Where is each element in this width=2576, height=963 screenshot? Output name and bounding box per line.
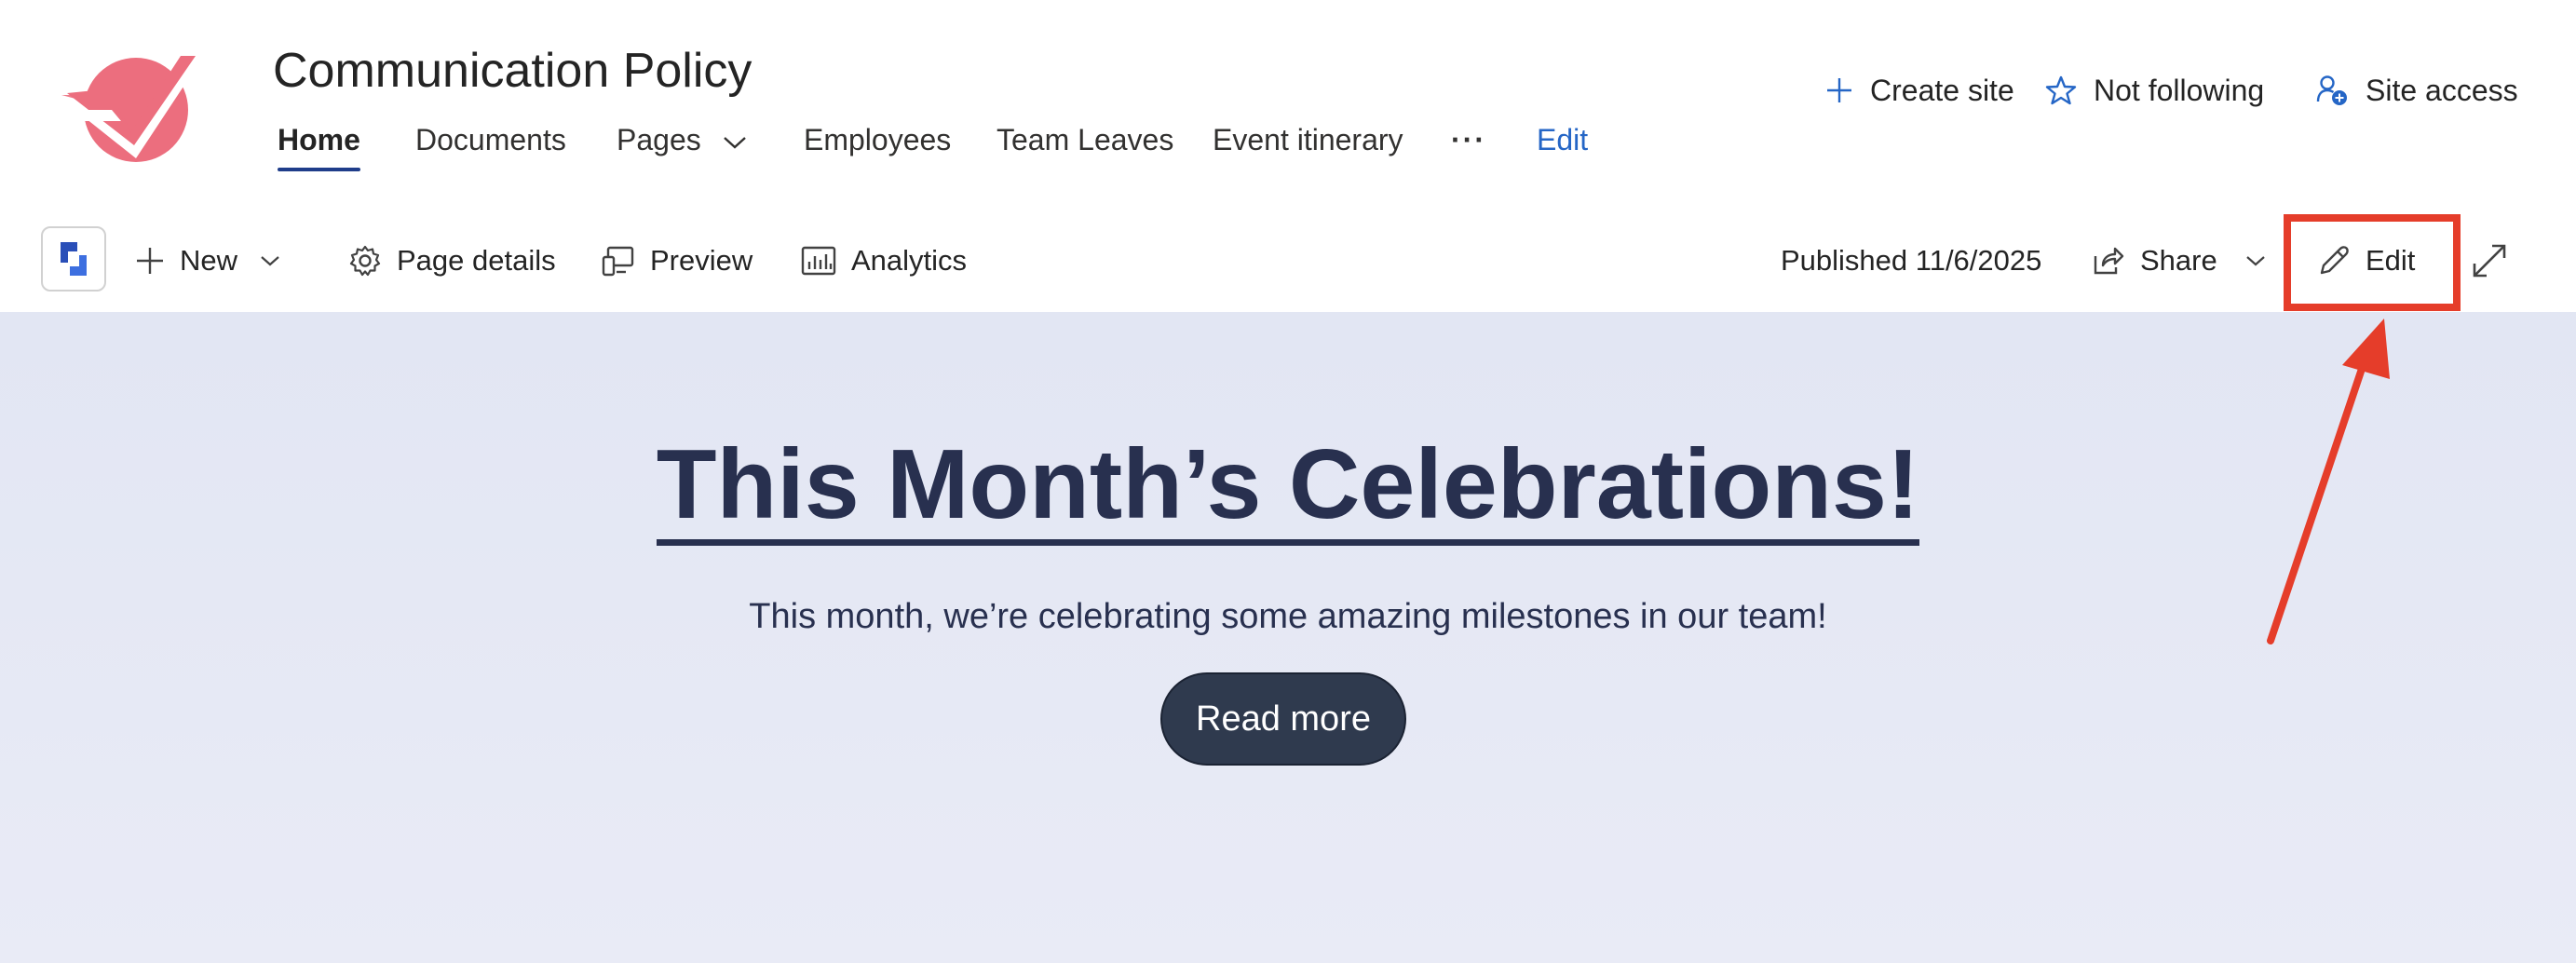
- edit-label: Edit: [2366, 244, 2416, 277]
- site-header: Communication Policy Home Documents Page…: [0, 0, 2576, 210]
- analytics-label: Analytics: [851, 244, 968, 277]
- site-access-button[interactable]: Site access: [2315, 67, 2518, 114]
- pencil-icon: [2320, 246, 2349, 275]
- nav-event-itinerary[interactable]: Event itinerary: [1213, 119, 1403, 171]
- share-icon: [2094, 247, 2124, 275]
- page-command-bar: New Page details Preview Analytics Publi…: [0, 210, 2576, 312]
- site-title[interactable]: Communication Policy: [273, 43, 752, 99]
- chevron-down-icon: [261, 256, 279, 266]
- chevron-down-icon: [2246, 256, 2265, 266]
- devices-icon: [602, 246, 634, 277]
- people-settings-icon: [2316, 75, 2347, 105]
- preview-button[interactable]: Preview: [602, 210, 752, 312]
- nav-home[interactable]: Home: [278, 119, 360, 171]
- gear-icon: [349, 245, 381, 277]
- published-status: Published 11/6/2025: [1781, 244, 2042, 277]
- hero-title-text: This Month’s Celebrations!: [656, 429, 1920, 546]
- nav-team-leaves[interactable]: Team Leaves: [997, 119, 1173, 171]
- nav-pages[interactable]: Pages: [617, 119, 747, 171]
- bar-chart-icon: [801, 246, 836, 276]
- nav-employees[interactable]: Employees: [804, 119, 951, 171]
- expand-button[interactable]: [2472, 210, 2522, 312]
- site-access-label: Site access: [2366, 73, 2518, 107]
- page-details-label: Page details: [397, 244, 556, 277]
- share-button[interactable]: Share: [2092, 210, 2266, 312]
- nav-documents[interactable]: Documents: [415, 119, 566, 171]
- expand-icon: [2473, 244, 2506, 278]
- hero-title[interactable]: This Month’s Celebrations!: [0, 428, 2576, 546]
- star-icon: [2045, 75, 2077, 105]
- new-label: New: [180, 244, 238, 277]
- hero-subtitle: This month, we’re celebrating some amazi…: [749, 597, 1827, 636]
- plus-icon: [137, 248, 163, 274]
- site-logo[interactable]: [60, 41, 218, 164]
- share-label: Share: [2140, 244, 2217, 277]
- nav-more-button[interactable]: ···: [1451, 119, 1486, 171]
- analytics-button[interactable]: Analytics: [801, 210, 967, 312]
- plus-icon: [1827, 78, 1851, 102]
- nav-pages-label: Pages: [617, 123, 701, 156]
- create-site-label: Create site: [1870, 73, 2014, 107]
- hero-banner: This Month’s Celebrations! This month, w…: [0, 312, 2576, 963]
- not-following-button[interactable]: Not following: [2045, 67, 2264, 114]
- new-button[interactable]: New: [135, 210, 280, 312]
- read-more-button[interactable]: Read more: [1160, 672, 1406, 766]
- preview-label: Preview: [650, 244, 753, 277]
- app-launcher-icon: [61, 242, 87, 276]
- edit-page-button[interactable]: Edit: [2317, 210, 2415, 312]
- not-following-label: Not following: [2094, 73, 2265, 107]
- chevron-down-icon: [723, 136, 746, 149]
- create-site-button[interactable]: Create site: [1825, 67, 2014, 114]
- app-launcher-button[interactable]: [41, 226, 106, 292]
- nav-edit-link[interactable]: Edit: [1537, 119, 1588, 171]
- page-details-button[interactable]: Page details: [348, 210, 556, 312]
